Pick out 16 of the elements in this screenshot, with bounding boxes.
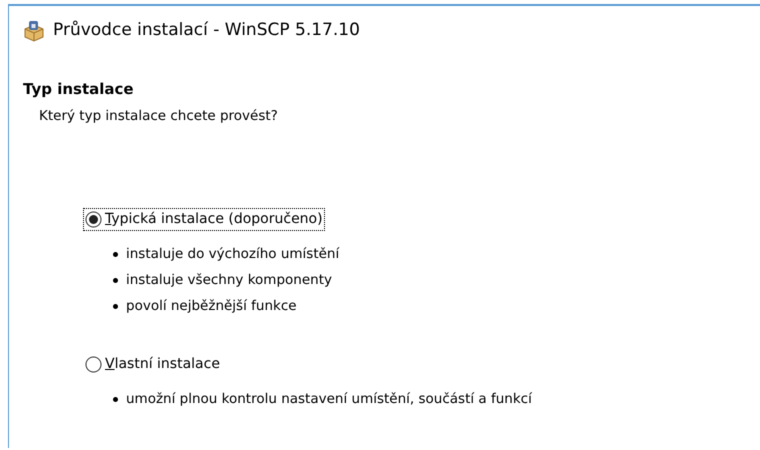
page-heading: Typ instalace	[23, 78, 135, 100]
radio-icon	[85, 211, 102, 228]
bullet-text: povolí nejběžnější funkce	[126, 297, 297, 316]
radio-option[interactable]: Vlastní instalace	[83, 353, 222, 376]
box-icon	[23, 20, 45, 42]
bullet-icon	[113, 278, 118, 283]
bullet-text: umožní plnou kontrolu nastavení umístění, součástí a funkcí	[126, 390, 532, 410]
radio-option[interactable]: Typická instalace (doporučeno)	[83, 208, 325, 232]
page-subtitle: Který typ instalace chcete provést?	[39, 107, 279, 126]
bullet-icon	[113, 396, 118, 402]
bullet-text: instaluje všechny komponenty	[126, 271, 332, 290]
bullet-icon	[113, 252, 118, 257]
window-title: Průvodce instalací - WinSCP 5.17.10	[53, 19, 360, 42]
bullet-icon	[113, 304, 118, 309]
bullet-text: instaluje do výchozího umístění	[126, 245, 340, 264]
radio-icon	[85, 356, 102, 374]
